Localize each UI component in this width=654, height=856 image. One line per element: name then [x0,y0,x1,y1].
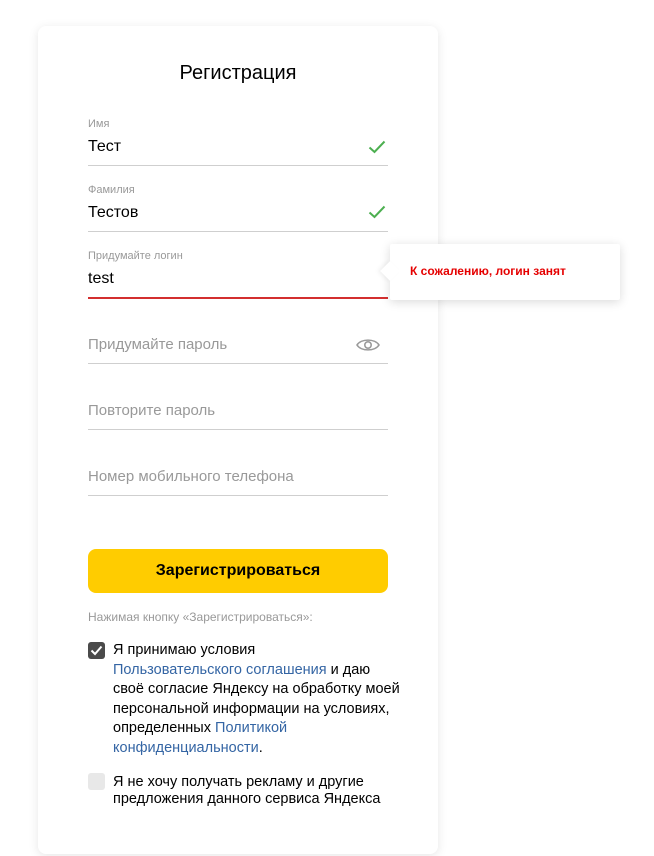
password-field[interactable]: Придумайте пароль [88,316,388,364]
submit-hint: Нажимая кнопку «Зарегистрироваться»: [88,610,313,624]
password-input[interactable]: Придумайте пароль [88,336,227,353]
check-icon [368,140,386,154]
phone-input[interactable]: Номер мобильного телефона [88,468,294,485]
user-agreement-link[interactable]: Пользовательского соглашения [113,662,327,678]
checkmark-icon [90,645,103,656]
last-name-field[interactable]: Фамилия Тестов [88,184,388,232]
agreement-checkbox[interactable] [88,642,105,659]
register-button[interactable]: Зарегистрироваться [88,549,388,593]
ads-optout-text: Я не хочу получать рекламу и другие пред… [113,774,381,807]
agreement-text: Я принимаю условия Пользовательского сог… [113,641,403,758]
login-error-text: К сожалению, логин занят [410,264,566,278]
eye-icon[interactable] [356,337,380,353]
first-name-label: Имя [88,118,110,130]
password-repeat-field[interactable]: Повторите пароль [88,382,388,430]
registration-page: Регистрация Имя Тест Фамилия Тестов Прид… [0,0,654,856]
login-label: Придумайте логин [88,250,183,262]
phone-field[interactable]: Номер мобильного телефона [88,448,388,496]
last-name-input[interactable]: Тестов [88,204,138,222]
password-repeat-input[interactable]: Повторите пароль [88,402,215,419]
login-input[interactable]: test [88,270,114,288]
login-error-tooltip: К сожалению, логин занят [390,244,620,300]
check-icon [368,205,386,219]
agreement-text-part: . [258,739,263,756]
first-name-field[interactable]: Имя Тест [88,118,388,166]
ads-optout-checkbox[interactable] [88,773,105,790]
agreement-text-part: Я принимаю условия [113,642,256,658]
last-name-label: Фамилия [88,184,135,196]
first-name-input[interactable]: Тест [88,138,121,156]
page-title: Регистрация [179,62,297,84]
login-field[interactable]: Придумайте логин test [88,250,388,299]
